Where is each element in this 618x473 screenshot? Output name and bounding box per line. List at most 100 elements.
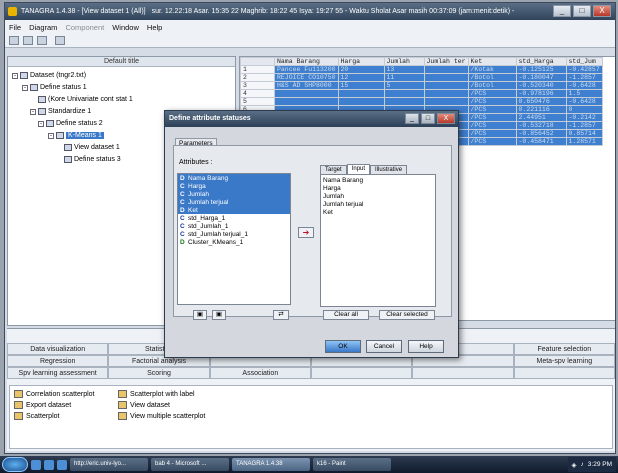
column-header[interactable]: std_Jum bbox=[565, 57, 603, 66]
maximize-button[interactable]: □ bbox=[573, 5, 591, 17]
column-header[interactable]: Ket bbox=[467, 57, 517, 66]
palette-tab[interactable] bbox=[412, 367, 514, 379]
collapse-icon[interactable]: - bbox=[48, 132, 54, 139]
palette-tab[interactable]: Feature selection bbox=[513, 343, 615, 355]
column-header[interactable]: Nama Barang bbox=[274, 57, 339, 66]
media-icon[interactable] bbox=[57, 459, 67, 470]
palette-item[interactable]: Scatterplot bbox=[14, 412, 59, 420]
table-cell: /Kotak bbox=[467, 65, 517, 74]
column-header[interactable]: std_Harga bbox=[515, 57, 567, 66]
input-attribute-item[interactable]: Ket bbox=[323, 209, 433, 217]
attribute-item[interactable]: C Jumlah terjual bbox=[178, 198, 290, 206]
start-button[interactable] bbox=[2, 457, 28, 472]
menu-help[interactable]: Help bbox=[147, 23, 162, 32]
attribute-item[interactable]: Cstd_Jumlah_1 bbox=[178, 222, 290, 230]
tree-node-standardize[interactable]: - Standardize 1 bbox=[30, 108, 91, 115]
palette-item[interactable]: View dataset bbox=[118, 401, 170, 409]
table-row[interactable]: 2 REJOICE CO10750 12 11/Botol -0.180047 -1.28… bbox=[240, 73, 603, 82]
tree-node-kmeans[interactable]: - K-Means 1 bbox=[48, 132, 104, 139]
dialog-close-button[interactable]: X bbox=[437, 113, 455, 124]
dataset-icon bbox=[20, 72, 28, 79]
title-bar[interactable]: TANAGRA 1.4.38 - [View dataset 1 (All)] … bbox=[5, 3, 615, 20]
task-browser[interactable]: http://eric.univ-lyo... bbox=[70, 458, 148, 471]
palette-tab[interactable] bbox=[513, 367, 615, 379]
palette-item[interactable]: Export dataset bbox=[14, 401, 71, 409]
wizard-icon[interactable] bbox=[55, 36, 65, 45]
input-attribute-item[interactable]: Harga bbox=[323, 185, 433, 193]
select-continuous-button[interactable]: ▣ bbox=[212, 310, 226, 320]
input-attribute-item[interactable]: Jumlah bbox=[323, 193, 433, 201]
attribute-item[interactable]: Cstd_Harga_1 bbox=[178, 214, 290, 222]
attribute-item[interactable]: D Cluster_KMeans_1 bbox=[178, 238, 290, 246]
table-row[interactable]: 1 Pancee Fu113200 20 13/Kotak -0.125125 -0.42… bbox=[240, 65, 603, 74]
input-attribute-item[interactable]: Jumlah terjual bbox=[323, 201, 433, 209]
tab-target[interactable]: Target bbox=[320, 165, 347, 174]
help-button[interactable]: Help bbox=[408, 340, 444, 353]
browser-icon[interactable] bbox=[44, 459, 54, 470]
column-header[interactable] bbox=[240, 57, 275, 66]
menu-component[interactable]: Component bbox=[65, 23, 104, 32]
select-discrete-button[interactable]: ▣ bbox=[193, 310, 207, 320]
new-diagram-icon[interactable] bbox=[9, 36, 19, 45]
tab-illustrative[interactable]: Illustrative bbox=[370, 165, 408, 174]
column-header[interactable]: Harga bbox=[337, 57, 385, 66]
invert-selection-button[interactable]: ⇄ bbox=[273, 310, 289, 320]
palette-tab[interactable]: Scoring bbox=[108, 367, 210, 379]
menu-diagram[interactable]: Diagram bbox=[29, 23, 57, 32]
minimize-button[interactable]: _ bbox=[553, 5, 571, 17]
tree-node-dataset[interactable]: - Dataset (tngr2.txt) bbox=[12, 72, 86, 79]
palette-tab[interactable]: Spv learning assessment bbox=[7, 367, 109, 379]
clear-all-button[interactable]: Clear all bbox=[323, 310, 369, 320]
menu-file[interactable]: File bbox=[9, 23, 21, 32]
task-tanagra[interactable]: TANAGRA 1.4.38 bbox=[232, 458, 310, 471]
clock[interactable]: 3:29 PM bbox=[588, 461, 612, 468]
palette-tab[interactable]: Association bbox=[209, 367, 311, 379]
palette-tab[interactable]: Regression bbox=[7, 355, 109, 367]
menu-window[interactable]: Window bbox=[112, 23, 139, 32]
dialog-maximize-button[interactable]: □ bbox=[421, 113, 435, 124]
tree-node-define-status-1[interactable]: - Define status 1 bbox=[22, 84, 87, 91]
attribute-name: std_Jumlah terjual_1 bbox=[188, 230, 248, 238]
collapse-icon[interactable]: - bbox=[30, 108, 36, 115]
add-attributes-button[interactable]: ➔ bbox=[298, 227, 314, 238]
volume-icon[interactable]: ♪ bbox=[581, 461, 584, 468]
palette-tab[interactable] bbox=[310, 367, 413, 379]
palette-tab[interactable]: Data visualization bbox=[7, 343, 109, 355]
palette-item[interactable]: View multiple scatterplot bbox=[118, 412, 205, 420]
ok-button[interactable]: OK bbox=[325, 340, 361, 353]
task-paint[interactable]: k16 - Paint bbox=[313, 458, 391, 471]
table-row[interactable]: 5/PCS 0.650476 -0.6428 bbox=[240, 97, 603, 106]
tree-node-view-dataset[interactable]: View dataset 1 bbox=[64, 144, 120, 151]
input-attributes-list[interactable]: Nama Barang Harga Jumlah Jumlah terjual Ket bbox=[320, 174, 436, 307]
attribute-item[interactable]: D Nama Barang bbox=[178, 174, 290, 182]
table-row[interactable]: 3 H&S AD SHP8000 15 5/Botol -0.520340 -0.6428 bbox=[240, 81, 603, 90]
tree-node-define-status-3[interactable]: Define status 3 bbox=[64, 156, 121, 163]
collapse-icon[interactable]: - bbox=[38, 120, 44, 127]
palette-item[interactable]: Correlation scatterplot bbox=[14, 390, 94, 398]
tab-input[interactable]: Input bbox=[346, 164, 371, 174]
dialog-minimize-button[interactable]: _ bbox=[405, 113, 419, 124]
attribute-item[interactable]: D Ket bbox=[178, 206, 290, 214]
attributes-list[interactable]: D Nama Barang C Harga C Jumlah C Jumlah terjual… bbox=[177, 173, 291, 305]
cancel-button[interactable]: Cancel bbox=[366, 340, 402, 353]
close-button[interactable]: X bbox=[593, 5, 611, 17]
show-desktop-icon[interactable] bbox=[31, 459, 41, 470]
palette-tab[interactable]: Meta-spv learning bbox=[513, 355, 615, 367]
tree-node-define-status-2[interactable]: - Define status 2 bbox=[38, 120, 103, 127]
tree-node-univariate[interactable]: (Kore Univariate cont stat 1 bbox=[38, 96, 133, 103]
collapse-icon[interactable]: - bbox=[22, 84, 28, 91]
column-header[interactable]: Jumlah bbox=[383, 57, 425, 66]
input-attribute-item[interactable]: Nama Barang bbox=[323, 177, 433, 185]
attribute-item[interactable]: Cstd_Jumlah terjual_1 bbox=[178, 230, 290, 238]
network-icon[interactable]: ◈ bbox=[572, 461, 577, 469]
column-header[interactable]: Jumlah ter bbox=[423, 57, 469, 66]
attribute-item[interactable]: C Harga bbox=[178, 182, 290, 190]
task-word[interactable]: bab 4 - Microsoft ... bbox=[151, 458, 229, 471]
save-icon[interactable] bbox=[37, 36, 47, 45]
clear-selected-button[interactable]: Clear selected bbox=[379, 310, 435, 320]
palette-item[interactable]: Scatterplot with label bbox=[118, 390, 195, 398]
attribute-item[interactable]: C Jumlah bbox=[178, 190, 290, 198]
collapse-icon[interactable]: - bbox=[12, 72, 18, 79]
open-folder-icon[interactable] bbox=[23, 36, 33, 45]
table-row[interactable]: 4/PCS -0.978196 1.5 bbox=[240, 89, 603, 98]
